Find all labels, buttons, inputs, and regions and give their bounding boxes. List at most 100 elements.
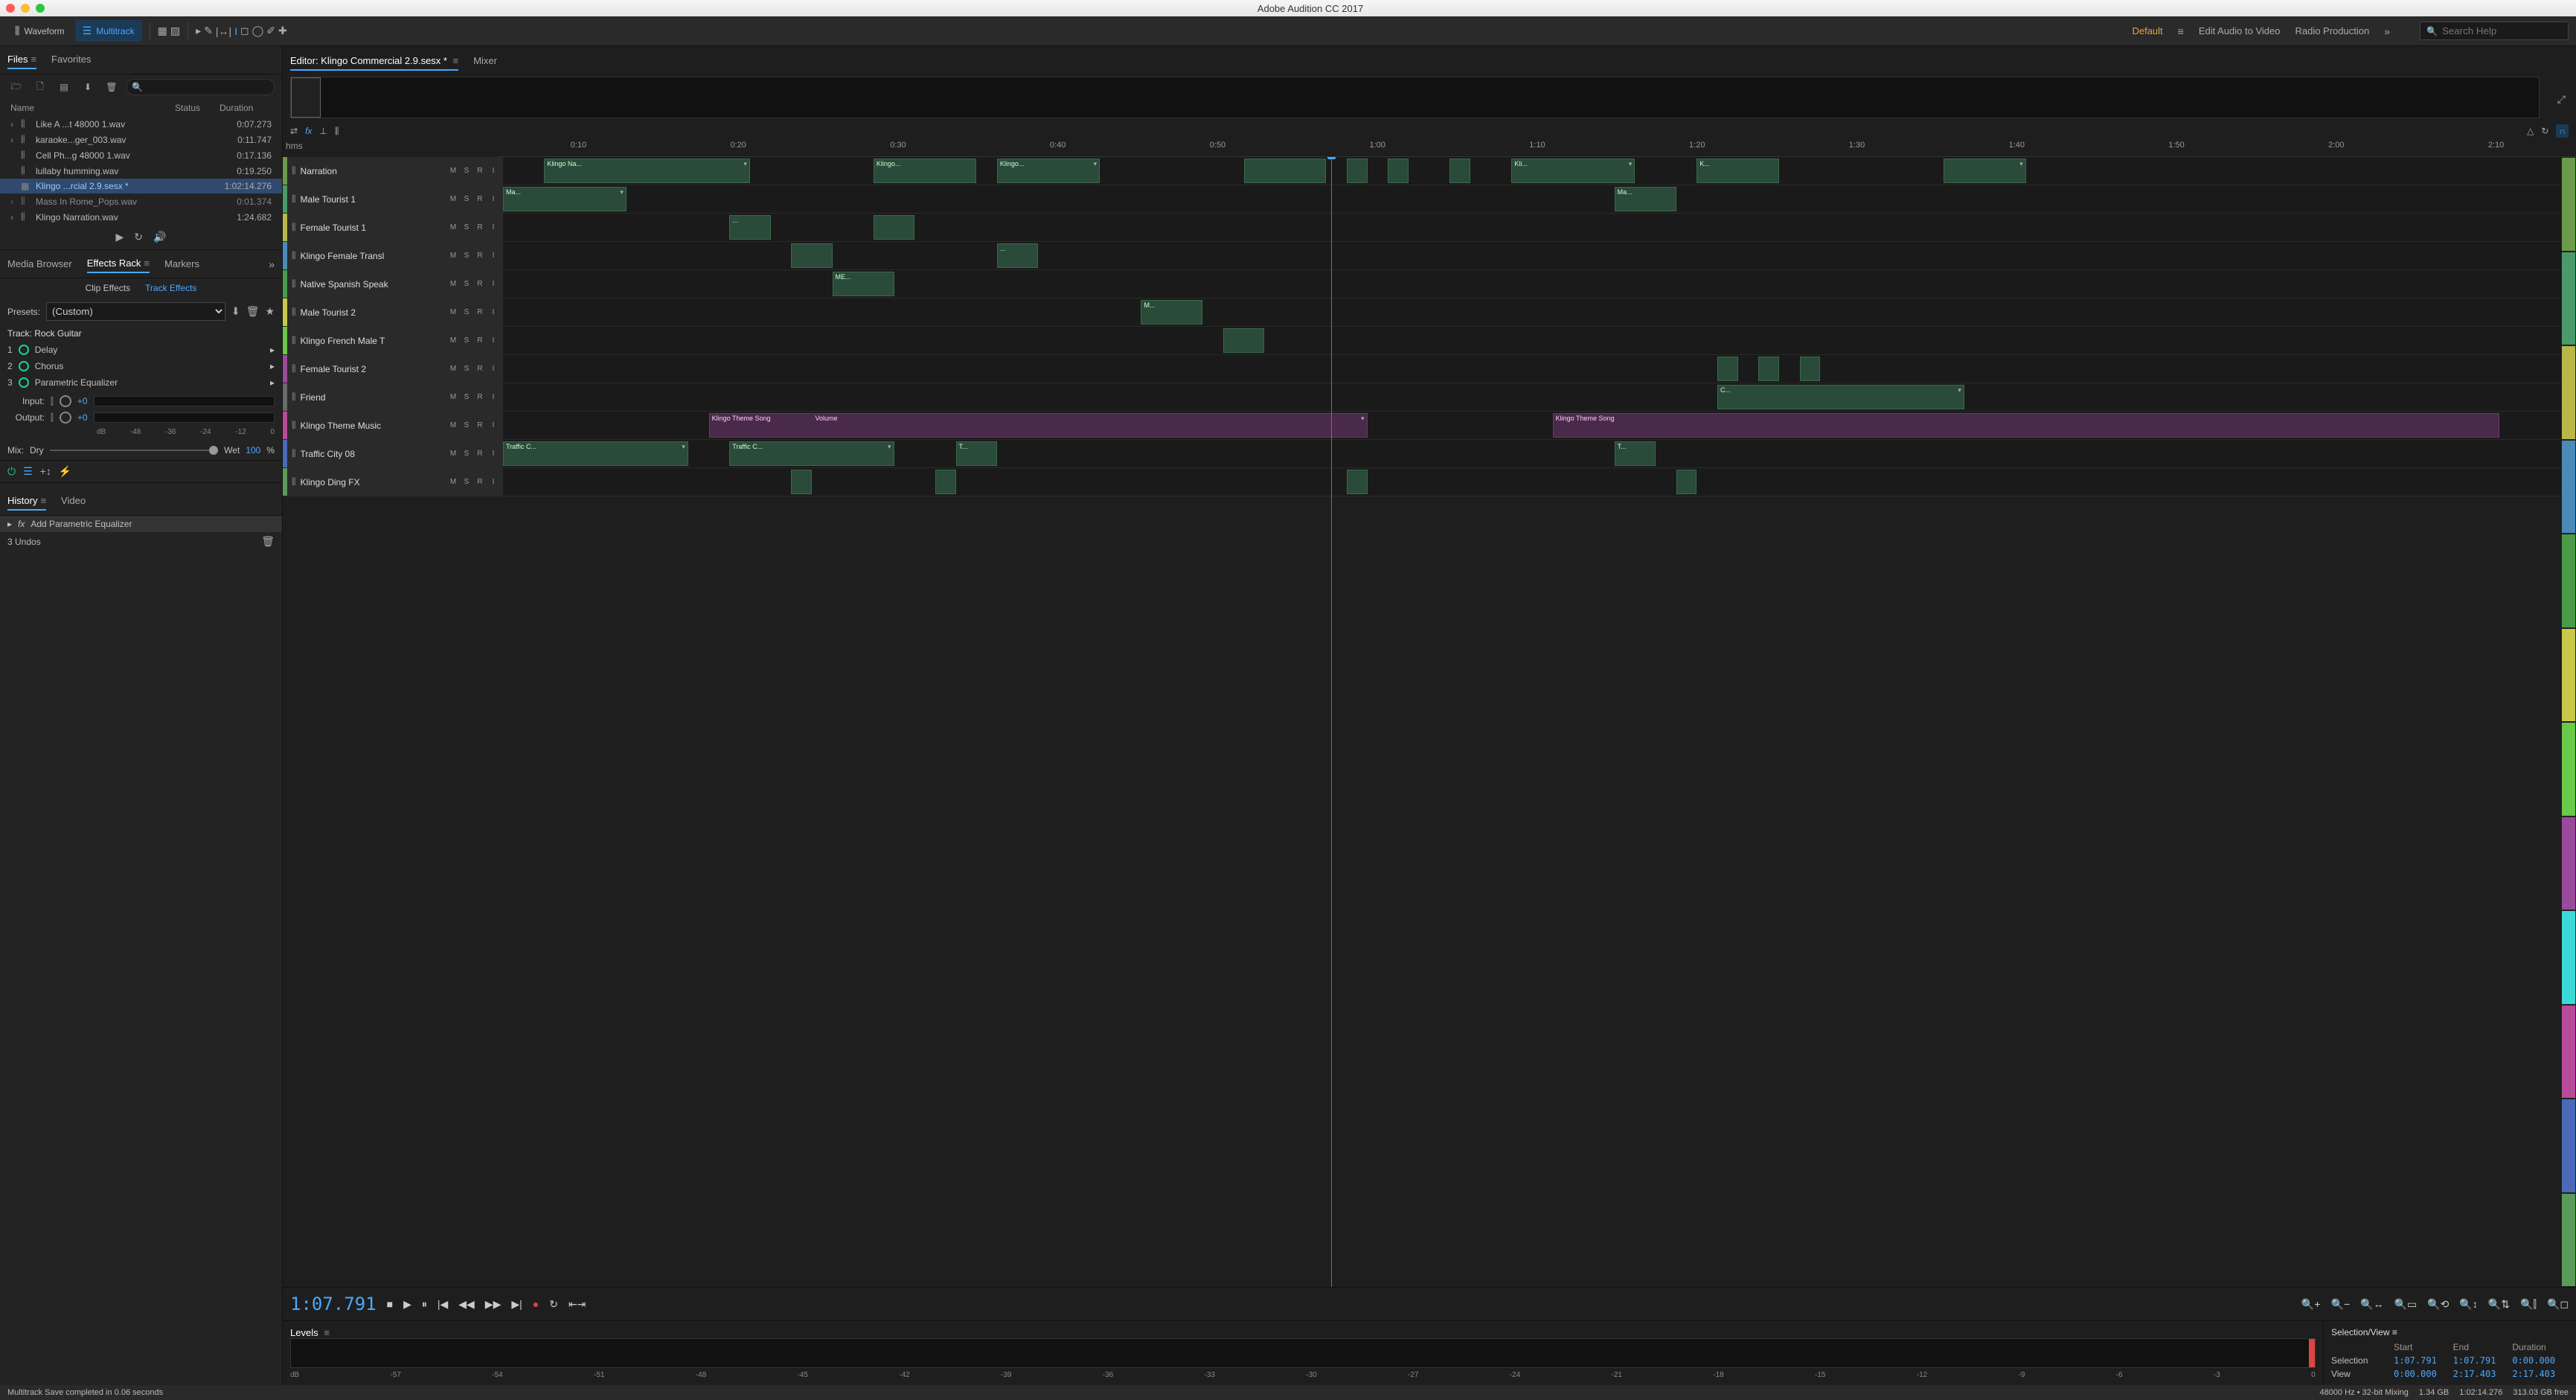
- audio-clip[interactable]: [1347, 470, 1368, 494]
- new-file-icon[interactable]: 🗋: [31, 79, 49, 95]
- chevron-down-icon[interactable]: ▾: [1094, 160, 1098, 168]
- minimize-window-button[interactable]: [21, 4, 30, 13]
- pause-button[interactable]: ⏸: [422, 1298, 427, 1311]
- workspace-more-icon[interactable]: »: [2384, 25, 2390, 37]
- track-header[interactable]: ⫼ Female Tourist 2 M S R I: [287, 355, 503, 383]
- slip-tool-icon[interactable]: |↔|: [216, 25, 231, 37]
- record-arm-button[interactable]: R: [475, 166, 485, 176]
- editor-tab[interactable]: Editor: Klingo Commercial 2.9.sesx * ≡: [290, 52, 458, 71]
- chevron-down-icon[interactable]: ▾: [888, 443, 891, 451]
- audio-clip[interactable]: [791, 470, 812, 494]
- selview-value[interactable]: 2:17.403: [2512, 1369, 2569, 1379]
- chevron-down-icon[interactable]: ▾: [1629, 160, 1633, 168]
- solo-button[interactable]: S: [461, 421, 472, 431]
- selview-title[interactable]: Selection/View ≡: [2331, 1327, 2569, 1337]
- input-monitor-button[interactable]: I: [488, 251, 499, 261]
- audio-clip[interactable]: [935, 470, 956, 494]
- track-header[interactable]: ⫼ Friend M S R I: [287, 383, 503, 411]
- audio-clip[interactable]: Ma...▾: [503, 187, 627, 211]
- delete-preset-icon[interactable]: 🗑: [246, 305, 260, 318]
- track-header[interactable]: ⫼ Native Spanish Speak M S R I: [287, 270, 503, 298]
- audio-clip[interactable]: [874, 215, 914, 240]
- help-search[interactable]: 🔍: [2420, 22, 2569, 40]
- workspace-edit-audio[interactable]: Edit Audio to Video: [2199, 25, 2281, 36]
- history-item[interactable]: ▸ fx Add Parametric Equalizer: [0, 516, 282, 532]
- record-arm-button[interactable]: R: [475, 279, 485, 290]
- panel-expand-icon[interactable]: »: [269, 258, 275, 270]
- expand-icon[interactable]: ›: [10, 212, 21, 223]
- audio-clip[interactable]: [791, 243, 832, 268]
- rewind-button[interactable]: ◀◀: [458, 1298, 475, 1311]
- audio-clip[interactable]: [1347, 159, 1368, 183]
- audio-clip[interactable]: [1800, 357, 1821, 381]
- preview-play-icon[interactable]: ▶: [116, 231, 124, 243]
- solo-button[interactable]: S: [461, 449, 472, 459]
- solo-button[interactable]: S: [461, 364, 472, 374]
- playhead[interactable]: [1331, 157, 1332, 1287]
- selview-value[interactable]: 2:17.403: [2453, 1369, 2510, 1379]
- mute-button[interactable]: M: [448, 194, 458, 205]
- audio-clip[interactable]: T...: [956, 441, 997, 466]
- track-lane[interactable]: ...: [503, 242, 2561, 269]
- snap-icon[interactable]: ∩: [2556, 124, 2569, 138]
- fx-slot[interactable]: 2Chorus▸: [0, 358, 282, 374]
- track-lane[interactable]: [503, 327, 2561, 354]
- maximize-window-button[interactable]: [36, 4, 45, 13]
- input-knob[interactable]: [60, 395, 71, 407]
- video-tab[interactable]: Video: [61, 492, 86, 511]
- chevron-right-icon[interactable]: ▸: [270, 345, 275, 355]
- audio-clip[interactable]: Klingo Theme Song: [1553, 413, 2499, 438]
- metronome-icon[interactable]: △: [2527, 126, 2534, 136]
- record-arm-button[interactable]: R: [475, 336, 485, 346]
- waveform-mode-button[interactable]: ⫼Waveform: [7, 20, 72, 42]
- record-arm-button[interactable]: R: [475, 421, 485, 431]
- audio-clip[interactable]: [1676, 470, 1697, 494]
- input-monitor-button[interactable]: I: [488, 477, 499, 488]
- track-header[interactable]: ⫼ Klingo Theme Music M S R I: [287, 412, 503, 439]
- input-monitor-button[interactable]: I: [488, 166, 499, 176]
- favorite-preset-icon[interactable]: ★: [265, 305, 275, 318]
- fx-power-icon[interactable]: [19, 345, 29, 355]
- fx-power-icon[interactable]: ⏻: [7, 465, 16, 478]
- favorites-tab[interactable]: Favorites: [51, 51, 91, 69]
- audio-clip[interactable]: [1244, 159, 1327, 183]
- expand-icon[interactable]: ›: [10, 119, 21, 130]
- input-monitor-button[interactable]: I: [488, 307, 499, 318]
- zoom-in-v-icon[interactable]: 🔍↕: [2459, 1298, 2477, 1311]
- track-lane[interactable]: C...▾: [503, 383, 2561, 411]
- audio-clip[interactable]: [1449, 159, 1470, 183]
- zoom-out-icon[interactable]: 🔍−: [2331, 1298, 2351, 1311]
- track-header[interactable]: ⫼ Female Tourist 1 M S R I: [287, 214, 503, 241]
- panel-menu-icon[interactable]: ≡: [40, 495, 46, 506]
- record-arm-button[interactable]: R: [475, 449, 485, 459]
- move-tool-icon[interactable]: ▸: [196, 25, 201, 37]
- input-monitor-button[interactable]: I: [488, 449, 499, 459]
- mute-button[interactable]: M: [448, 421, 458, 431]
- zoom-in-icon[interactable]: 🔍+: [2301, 1298, 2321, 1311]
- open-file-icon[interactable]: 🗁: [7, 79, 25, 95]
- audio-clip[interactable]: Klingo...▾: [997, 159, 1100, 183]
- solo-button[interactable]: S: [461, 477, 472, 488]
- track-header[interactable]: ⫼ Traffic City 08 M S R I: [287, 440, 503, 467]
- preset-select[interactable]: (Custom): [46, 302, 225, 321]
- preview-loop-icon[interactable]: ↻: [134, 231, 143, 243]
- track-header[interactable]: ⫼ Klingo French Male T M S R I: [287, 327, 503, 354]
- input-monitor-button[interactable]: I: [488, 336, 499, 346]
- audio-clip[interactable]: Traffic C...▾: [503, 441, 688, 466]
- panel-menu-icon[interactable]: ≡: [324, 1327, 330, 1338]
- chevron-down-icon[interactable]: ▾: [1361, 415, 1365, 423]
- brush-tool-icon[interactable]: ✐: [266, 25, 275, 37]
- go-start-button[interactable]: |◀: [438, 1298, 448, 1311]
- file-row[interactable]: ▦Klingo ...rcial 2.9.sesx *1:02:14.276: [0, 179, 282, 194]
- close-window-button[interactable]: [6, 4, 15, 13]
- marquee-tool-icon[interactable]: ◻: [240, 25, 249, 37]
- chevron-down-icon[interactable]: ▾: [682, 443, 685, 451]
- solo-button[interactable]: S: [461, 336, 472, 346]
- trash-icon[interactable]: 🗑: [261, 535, 275, 548]
- track-lane[interactable]: [503, 355, 2561, 383]
- mute-button[interactable]: M: [448, 279, 458, 290]
- hud-toggle-icon[interactable]: ▦: [158, 25, 167, 37]
- audio-clip[interactable]: Klingo Na...▾: [544, 159, 750, 183]
- mute-button[interactable]: M: [448, 364, 458, 374]
- solo-button[interactable]: S: [461, 166, 472, 176]
